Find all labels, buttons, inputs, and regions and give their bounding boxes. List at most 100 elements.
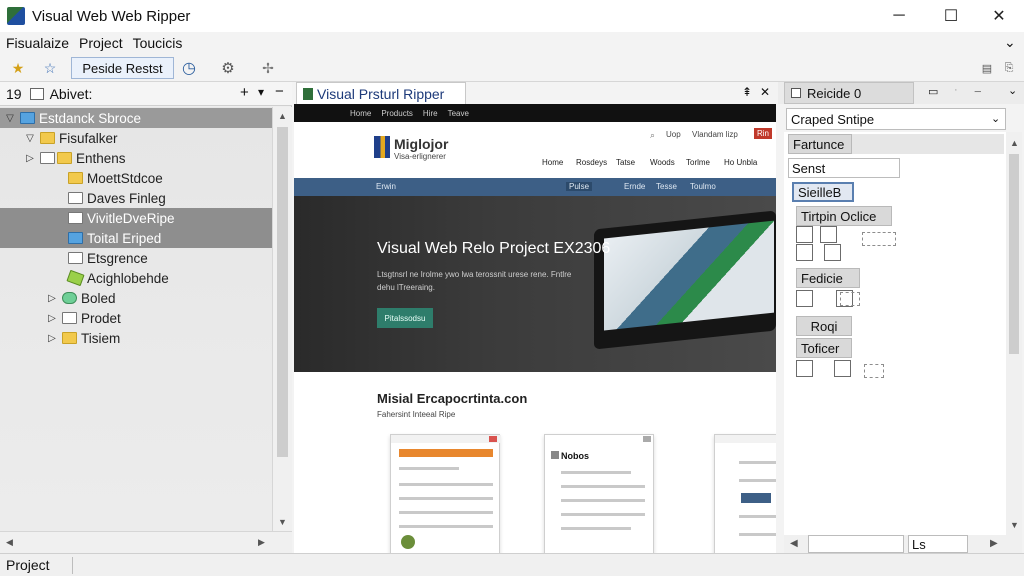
site-top-link[interactable]: Hire bbox=[423, 109, 438, 118]
tree-item[interactable]: ▷ Enthens bbox=[0, 148, 272, 168]
site-subnav-link[interactable]: Erwin bbox=[376, 182, 396, 191]
footer-field[interactable]: Ls bbox=[908, 535, 968, 553]
scroll-thumb[interactable] bbox=[1009, 154, 1019, 354]
checkbox[interactable] bbox=[820, 226, 837, 243]
properties-tab[interactable]: Reicide 0 bbox=[784, 82, 914, 104]
add-button[interactable]: + bbox=[240, 84, 249, 101]
browser-panel: Visual Prsturl Ripper ⇞ ✕ Home Products … bbox=[294, 82, 776, 553]
dropdown-button[interactable]: ▾ bbox=[258, 85, 264, 99]
site-nav-link[interactable]: Rosdeys bbox=[576, 158, 607, 167]
scroll-up-icon[interactable]: ▲ bbox=[278, 111, 287, 121]
scroll-down-icon[interactable]: ▼ bbox=[278, 517, 287, 527]
site-subnav-link[interactable]: Tesse bbox=[656, 182, 677, 191]
layout-icon[interactable]: ▤ bbox=[978, 57, 996, 79]
site-subnav-link[interactable]: Pulse bbox=[566, 182, 593, 191]
expand-toggle-icon[interactable]: ▷ bbox=[24, 153, 36, 164]
tree-vertical-scrollbar[interactable]: ▲ ▼ bbox=[272, 107, 292, 531]
site-header-link[interactable]: Rin bbox=[754, 128, 773, 139]
collapse-button[interactable]: − bbox=[275, 83, 284, 100]
expand-toggle-icon[interactable]: ▷ bbox=[46, 333, 58, 344]
pin-icon[interactable]: ⇞ bbox=[742, 85, 752, 99]
tree-item[interactable]: ▽ Fisufalker bbox=[0, 128, 272, 148]
checkbox[interactable] bbox=[796, 244, 813, 261]
scroll-left-icon[interactable]: ◀ bbox=[6, 537, 13, 548]
menu-project[interactable]: Project bbox=[74, 35, 128, 51]
pin-icon[interactable]: ✢ bbox=[256, 57, 280, 79]
product-card[interactable] bbox=[714, 434, 776, 553]
star-icon[interactable]: ★ bbox=[6, 57, 30, 79]
menu-fisualaize[interactable]: Fisualaize bbox=[0, 35, 74, 51]
dropdown-icon[interactable]: ⌄ bbox=[1008, 84, 1017, 97]
tree-item[interactable]: ▷ Prodet bbox=[0, 308, 272, 328]
tree-item[interactable]: MoettStdcoe bbox=[0, 168, 272, 188]
pin-icon[interactable]: · bbox=[954, 84, 958, 96]
object-selector-dropdown[interactable]: Craped Sntipe ⌄ bbox=[786, 108, 1006, 130]
web-preview[interactable]: Home Products Hire Teave Miglojor Visa-e… bbox=[294, 104, 776, 553]
browser-tab[interactable]: Visual Prsturl Ripper bbox=[296, 82, 466, 104]
scroll-right-icon[interactable]: ▶ bbox=[258, 537, 265, 548]
scroll-down-icon[interactable]: ▼ bbox=[1010, 520, 1019, 530]
footer-field[interactable] bbox=[808, 535, 904, 553]
tree-item[interactable]: ▷ Tisiem bbox=[0, 328, 272, 348]
menu-bar: Fisualaize Project Toucicis ⌄ bbox=[0, 32, 1024, 54]
site-nav-link[interactable]: Ho Unbla bbox=[724, 158, 757, 167]
minimize-panel-icon[interactable]: − bbox=[974, 84, 982, 99]
app-window: Visual Web Web Ripper ─ ☐ ✕ Fisualaize P… bbox=[0, 0, 1024, 576]
expand-toggle-icon[interactable]: ▷ bbox=[46, 293, 58, 304]
site-nav-link[interactable]: Torlme bbox=[686, 158, 710, 167]
browser-tab-strip: Visual Prsturl Ripper ⇞ ✕ bbox=[294, 82, 776, 104]
tree-item[interactable]: Daves Finleg bbox=[0, 188, 272, 208]
clock-icon[interactable]: ◷ bbox=[177, 57, 201, 79]
chevron-down-icon[interactable]: ⌄ bbox=[1004, 34, 1016, 51]
toolbar-active-button[interactable]: Peside Restst bbox=[71, 57, 174, 79]
gear-icon[interactable]: ⚙ bbox=[216, 57, 240, 79]
site-nav-link[interactable]: Home bbox=[542, 158, 563, 167]
expand-toggle-icon[interactable]: ▽ bbox=[24, 133, 36, 144]
property-label: Roqi bbox=[796, 316, 852, 336]
property-label[interactable]: SieilleB bbox=[792, 182, 854, 202]
properties-vertical-scrollbar[interactable]: ▲ ▼ bbox=[1006, 132, 1022, 536]
scroll-thumb[interactable] bbox=[277, 127, 288, 457]
product-card[interactable]: Nobos bbox=[544, 434, 654, 553]
tree-item[interactable]: Toital Eriped bbox=[0, 228, 272, 248]
checkbox[interactable] bbox=[834, 360, 851, 377]
site-nav-link[interactable]: Tatse bbox=[616, 158, 635, 167]
checkbox[interactable] bbox=[796, 290, 813, 307]
expand-toggle-icon[interactable]: ▷ bbox=[46, 313, 58, 324]
site-nav-link[interactable]: Woods bbox=[650, 158, 675, 167]
doc-icon bbox=[551, 451, 559, 459]
site-top-link[interactable]: Teave bbox=[448, 109, 469, 118]
tree-horizontal-scrollbar[interactable]: ◀ ▶ bbox=[0, 531, 292, 553]
scroll-left-icon[interactable]: ◀ bbox=[790, 538, 798, 549]
tree-item[interactable]: Etsgrence bbox=[0, 248, 272, 268]
expand-toggle-icon[interactable]: ▽ bbox=[4, 113, 16, 124]
window-icon[interactable]: ▭ bbox=[928, 85, 938, 98]
checkbox[interactable] bbox=[796, 226, 813, 243]
product-card[interactable] bbox=[390, 434, 501, 553]
scroll-up-icon[interactable]: ▲ bbox=[1010, 138, 1019, 148]
close-button[interactable]: ✕ bbox=[974, 0, 1024, 32]
scroll-right-icon[interactable]: ▶ bbox=[990, 538, 998, 549]
site-top-link[interactable]: Products bbox=[381, 109, 413, 118]
site-subnav-link[interactable]: Toulmo bbox=[690, 182, 716, 191]
menu-toucicis[interactable]: Toucicis bbox=[128, 35, 188, 51]
property-field[interactable]: Senst bbox=[788, 158, 900, 178]
site-subnav-link[interactable]: Ernde bbox=[624, 182, 645, 191]
checkbox[interactable] bbox=[796, 360, 813, 377]
export-icon[interactable]: ⎘ bbox=[1000, 57, 1018, 79]
tree-item[interactable]: VivitleDveRipe bbox=[0, 208, 272, 228]
site-top-link[interactable]: Home bbox=[350, 109, 371, 118]
site-header-link[interactable]: Uop bbox=[666, 130, 681, 139]
checkbox[interactable] bbox=[824, 244, 841, 261]
search-icon[interactable]: ⌕ bbox=[650, 130, 655, 141]
card-text-line bbox=[561, 513, 645, 516]
minimize-button[interactable]: ─ bbox=[874, 0, 924, 32]
maximize-button[interactable]: ☐ bbox=[926, 0, 976, 32]
tree-item[interactable]: ▷ Boled bbox=[0, 288, 272, 308]
tree-item[interactable]: Acighlobehde bbox=[0, 268, 272, 288]
site-header-link[interactable]: Vlandam lizp bbox=[692, 130, 738, 139]
close-tab-icon[interactable]: ✕ bbox=[760, 85, 770, 99]
star-outline-icon[interactable]: ☆ bbox=[38, 57, 62, 79]
hero-button[interactable]: Pitalssodsu bbox=[377, 308, 433, 328]
tree-item[interactable]: ▽ Estdanck Sbroce bbox=[0, 108, 272, 128]
